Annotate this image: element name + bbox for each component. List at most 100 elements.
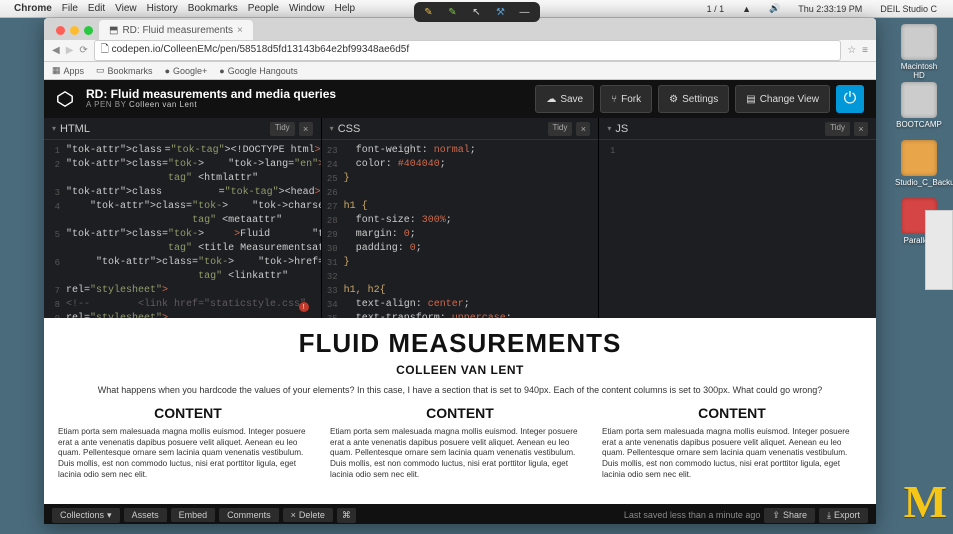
close-css-panel-icon[interactable]: × [576,122,590,136]
minimize-icon[interactable]: — [518,5,532,19]
bookmark-hangouts[interactable]: ● Google Hangouts [219,66,298,76]
tab-title: RD: Fluid measurements [122,25,233,36]
browser-tab[interactable]: ⬒ RD: Fluid measurements × [99,20,253,40]
tab-favicon-icon: ⬒ [109,25,118,36]
collections-button[interactable]: Collections ▾ [52,508,120,523]
preview-heading: FLUID MEASUREMENTS [58,326,862,359]
hammer-icon[interactable]: ⚒ [494,5,508,19]
comments-button[interactable]: Comments [219,508,279,522]
wifi-icon[interactable]: ▲ [742,4,751,14]
error-indicator-icon[interactable]: ! [299,302,309,312]
css-code-editor[interactable]: 23 font-weight: normal;24 color: #404040… [322,140,599,318]
close-html-panel-icon[interactable]: × [299,122,313,136]
preview-column: CONTENT Etiam porta sem malesuada magna … [330,405,590,480]
col-body: Etiam porta sem malesuada magna mollis e… [602,427,862,480]
share-icon: ⇪ [772,510,780,521]
pointer-icon[interactable]: ↖ [470,5,484,19]
fork-button[interactable]: ⑂Fork [600,85,652,113]
minimize-icon[interactable] [70,26,79,35]
menu-file[interactable]: File [62,3,78,14]
preview-column: CONTENT Etiam porta sem malesuada magna … [58,405,318,480]
embed-button[interactable]: Embed [171,508,216,522]
menu-bookmarks[interactable]: Bookmarks [188,3,238,14]
menu-edit[interactable]: Edit [88,3,105,14]
clock[interactable]: Thu 2:33:19 PM [798,4,862,14]
js-code-editor[interactable]: 1 [599,140,876,318]
desktop-drive-backup[interactable]: Studio_C_Backup [895,140,943,187]
editor-row: ▾ HTML Tidy × 1"tok-attr">class="tok-tag… [44,118,876,318]
tidy-html-button[interactable]: Tidy [270,122,295,136]
bookmarks-folder[interactable]: ▭ Bookmarks [96,65,153,76]
close-icon[interactable] [56,26,65,35]
bookmarks-bar: ▦ Apps ▭ Bookmarks ● Google+ ● Google Ha… [44,62,876,80]
preview-intro: What happens when you hardcode the value… [58,385,862,395]
menu-icon[interactable]: ≡ [862,45,868,56]
col-body: Etiam porta sem malesuada magna mollis e… [58,427,318,480]
save-status: Last saved less than a minute ago [624,510,761,520]
desktop-drive-bootcamp[interactable]: BOOTCAMP [895,82,943,129]
change-view-button[interactable]: ▤Change View [735,85,830,113]
html-code-editor[interactable]: 1"tok-attr">class="tok-tag"><!DOCTYPE ht… [44,140,321,318]
assets-button[interactable]: Assets [124,508,167,522]
export-button[interactable]: ⤓Export [819,508,868,523]
col-title: CONTENT [58,405,318,421]
tab-close-icon[interactable]: × [237,25,243,36]
panel-title-css: CSS [338,123,361,135]
apps-shortcut[interactable]: ▦ Apps [52,65,84,76]
menu-people[interactable]: People [248,3,279,14]
user-label[interactable]: DEIL Studio C [880,4,937,14]
preview-subheading: COLLEEN VAN LENT [58,363,862,377]
pencil-icon[interactable]: ✎ [422,5,436,19]
col-title: CONTENT [330,405,590,421]
fork-icon: ⑂ [611,94,617,105]
chrome-window: ⬒ RD: Fluid measurements × ◀ ▶ ⟳ 🗋 codep… [44,18,876,524]
address-bar[interactable]: 🗋 codepen.io/ColleenEMc/pen/58518d5fd131… [94,40,841,61]
annotation-toolbar[interactable]: ✎ ✎ ↖ ⚒ — [414,2,540,22]
delete-button[interactable]: ×Delete [283,508,333,522]
power-icon: ⏻ [844,90,857,108]
highlighter-icon[interactable]: ✎ [446,5,460,19]
share-button[interactable]: ⇪Share [764,508,815,523]
panel-title-html: HTML [60,123,90,135]
gear-icon: ⚙ [669,94,678,105]
menu-window[interactable]: Window [289,3,325,14]
star-icon[interactable]: ☆ [847,45,856,56]
menu-history[interactable]: History [147,3,178,14]
cloud-icon: ☁ [546,94,556,105]
layout-icon: ▤ [746,94,755,105]
volume-icon[interactable]: 🔊 [769,3,780,14]
window-controls[interactable] [50,21,99,40]
menu-view[interactable]: View [115,3,137,14]
css-editor-panel: ▾ CSS Tidy × 23 font-weight: normal;24 c… [322,118,600,318]
user-avatar[interactable]: ⏻ [836,85,864,113]
caret-down-icon[interactable]: ▾ [52,124,56,133]
menu-help[interactable]: Help [335,3,356,14]
col-title: CONTENT [602,405,862,421]
tidy-js-button[interactable]: Tidy [825,122,850,136]
caret-down-icon[interactable]: ▾ [330,124,334,133]
chrome-toolbar: ◀ ▶ ⟳ 🗋 codepen.io/ColleenEMc/pen/58518d… [44,40,876,62]
preview-column: CONTENT Etiam porta sem malesuada magna … [602,405,862,480]
save-button[interactable]: ☁Save [535,85,594,113]
pen-byline: A PEN BY Colleen van Lent [86,101,336,110]
close-js-panel-icon[interactable]: × [854,122,868,136]
desktop-drive-macintosh[interactable]: Macintosh HD [895,24,943,80]
reload-icon[interactable]: ⟳ [79,45,87,56]
col-body: Etiam porta sem malesuada magna mollis e… [330,427,590,480]
preview-pane: FLUID MEASUREMENTS COLLEEN VAN LENT What… [44,318,876,504]
zoom-icon[interactable] [84,26,93,35]
codepen-logo-icon[interactable] [56,90,74,108]
app-name[interactable]: Chrome [14,3,52,14]
panel-title-js: JS [615,123,628,135]
author-link[interactable]: Colleen van Lent [129,100,197,109]
tidy-css-button[interactable]: Tidy [548,122,573,136]
settings-button[interactable]: ⚙Settings [658,85,729,113]
caret-down-icon[interactable]: ▾ [607,124,611,133]
bookmark-googleplus[interactable]: ● Google+ [165,66,208,76]
codepen-header: RD: Fluid measurements and media queries… [44,80,876,118]
keyboard-button[interactable]: ⌘ [337,508,356,523]
html-editor-panel: ▾ HTML Tidy × 1"tok-attr">class="tok-tag… [44,118,322,318]
page-icon: 🗋 [101,44,112,55]
forward-icon[interactable]: ▶ [66,45,74,56]
back-icon[interactable]: ◀ [52,45,60,56]
